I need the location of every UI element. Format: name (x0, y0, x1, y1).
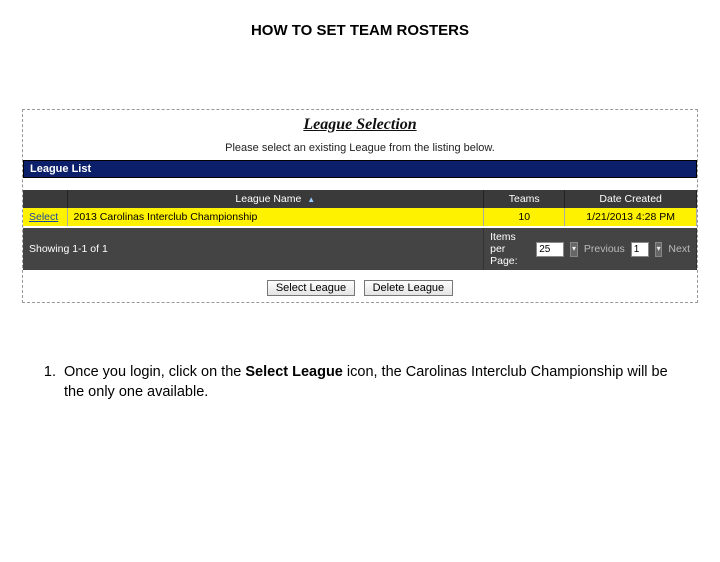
col-header-empty (23, 190, 67, 208)
items-per-page-label: Items per Page: (490, 231, 528, 267)
select-league-button[interactable]: Select League (267, 280, 355, 296)
cell-teams: 10 (484, 208, 565, 227)
sort-asc-icon[interactable]: ▲ (307, 195, 315, 204)
pager-previous[interactable]: Previous (584, 243, 625, 255)
delete-league-button[interactable]: Delete League (364, 280, 454, 296)
instruction-list: Once you login, click on the Select Leag… (60, 363, 680, 402)
col-header-date[interactable]: Date Created (565, 190, 697, 208)
pager-next[interactable]: Next (668, 243, 690, 255)
page-title: HOW TO SET TEAM ROSTERS (0, 22, 720, 39)
cell-league-name: 2013 Carolinas Interclub Championship (67, 208, 484, 227)
items-per-page-input[interactable] (536, 242, 564, 257)
instruction-bold: Select League (245, 364, 343, 380)
instruction-text-prefix: Once you login, click on the (64, 364, 245, 380)
pager-row: Showing 1-1 of 1 Items per Page: ▾ Previ… (23, 227, 697, 270)
instruction-item: Once you login, click on the Select Leag… (60, 363, 680, 402)
col-header-teams[interactable]: Teams (484, 190, 565, 208)
panel-heading: League Selection (23, 116, 697, 134)
pager-page-input[interactable] (631, 242, 649, 257)
section-label: League List (23, 160, 697, 178)
col-header-league-name[interactable]: League Name ▲ (67, 190, 484, 208)
table-row: Select 2013 Carolinas Interclub Champion… (23, 208, 697, 227)
pager-showing: Showing 1-1 of 1 (23, 227, 484, 270)
col-header-label: League Name (235, 193, 301, 205)
panel-subtext: Please select an existing League from th… (23, 142, 697, 154)
pager-controls: Items per Page: ▾ Previous ▾ Next (490, 231, 690, 267)
cell-date: 1/21/2013 4:28 PM (565, 208, 697, 227)
cell-select: Select (23, 208, 67, 227)
items-dropdown-icon[interactable]: ▾ (570, 242, 578, 257)
pager-page-dropdown-icon[interactable]: ▾ (655, 242, 663, 257)
button-row: Select League Delete League (23, 278, 697, 296)
league-selection-panel: League Selection Please select an existi… (22, 109, 698, 303)
league-table: League Name ▲ Teams Date Created Select … (23, 190, 697, 270)
select-link[interactable]: Select (29, 211, 58, 223)
